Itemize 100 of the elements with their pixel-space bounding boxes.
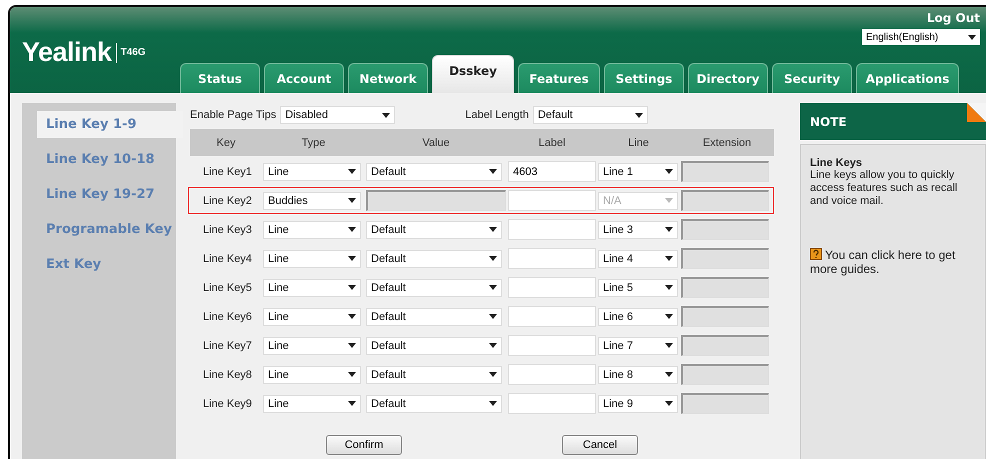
type-select[interactable]: Line [263, 162, 361, 180]
line-select[interactable]: Line 8 [598, 366, 678, 384]
extension-field[interactable] [681, 277, 769, 298]
action-button[interactable]: Confirm [326, 435, 402, 455]
extension-field[interactable] [681, 248, 769, 269]
caret-icon [348, 314, 356, 319]
type-select[interactable]: Line [263, 394, 361, 412]
key-label: Line Key8 [202, 368, 253, 380]
caret-icon [665, 285, 673, 290]
nav-tab[interactable]: Applications [856, 63, 959, 93]
language-select[interactable]: English(English) [862, 29, 980, 45]
type-select[interactable]: Line [263, 308, 361, 326]
type-select[interactable]: Buddies [263, 192, 361, 210]
caret-icon [968, 34, 976, 40]
extension-field[interactable] [681, 364, 769, 385]
caret-icon [489, 256, 497, 261]
label-field[interactable] [508, 277, 596, 298]
line-select[interactable]: Line 9 [598, 394, 678, 412]
caret-icon [665, 343, 673, 348]
caret-icon [665, 401, 673, 406]
value-select[interactable]: Default [366, 220, 502, 238]
caret-icon [634, 112, 643, 118]
label-field[interactable]: 4603 [508, 161, 596, 182]
value-field[interactable] [366, 190, 506, 211]
column-header: Extension [702, 136, 752, 148]
type-select[interactable]: Line [263, 278, 361, 296]
line-select[interactable]: Line 5 [598, 278, 678, 296]
caret-icon [489, 372, 497, 377]
nav-tab[interactable]: Dsskey [432, 55, 514, 93]
column-header: Value [421, 136, 451, 148]
line-select[interactable]: Line 6 [598, 308, 678, 326]
key-label: Line Key4 [202, 252, 253, 264]
option-label: Label Length [465, 109, 529, 121]
label-field[interactable] [508, 306, 596, 327]
value-select[interactable]: Default [366, 162, 502, 180]
line-select[interactable]: Line 1 [598, 162, 678, 180]
key-label: Line Key9 [202, 398, 253, 410]
line-select[interactable]: Line 7 [598, 336, 678, 354]
value-select[interactable]: Default [366, 308, 502, 326]
extension-field[interactable] [681, 190, 769, 211]
caret-icon [489, 314, 497, 319]
line-select[interactable]: Line 4 [598, 250, 678, 268]
logout-link[interactable]: Log Out [926, 11, 980, 25]
nav-tab[interactable]: Directory [688, 63, 768, 93]
label-field[interactable] [508, 393, 596, 414]
extension-field[interactable] [681, 335, 769, 356]
nav-tab[interactable]: Settings [604, 63, 684, 93]
value-select[interactable]: Default [366, 394, 502, 412]
note-heading: Line Keys [810, 157, 863, 169]
key-label: Line Key1 [202, 166, 253, 178]
label-field[interactable] [508, 335, 596, 356]
caret-icon [665, 198, 673, 203]
note-header: NOTE [800, 103, 986, 140]
line-select[interactable]: Line 3 [598, 220, 678, 238]
extension-field[interactable] [681, 219, 769, 240]
caret-icon [382, 112, 390, 118]
column-header: Label [538, 136, 566, 148]
caret-icon [489, 401, 497, 406]
caret-icon [348, 227, 356, 232]
nav-tab[interactable]: Network [348, 63, 428, 93]
value-select[interactable]: Default [366, 366, 502, 384]
extension-field[interactable] [681, 161, 769, 182]
logo: Yealink [22, 37, 112, 68]
guide-link[interactable]: You can click here to get more guides. [810, 248, 976, 276]
caret-icon [348, 343, 356, 348]
type-select[interactable]: Line [263, 250, 361, 268]
column-header: Key [216, 136, 236, 148]
type-select[interactable]: Line [263, 366, 361, 384]
key-label: Line Key5 [202, 282, 253, 294]
caret-icon [348, 285, 356, 290]
label-field[interactable] [508, 219, 596, 240]
extension-field[interactable] [681, 393, 769, 414]
column-header: Type [300, 136, 326, 148]
nav-tab[interactable]: Account [264, 63, 344, 93]
type-select[interactable]: Line [263, 336, 361, 354]
nav-tab[interactable]: Security [772, 63, 852, 93]
nav-tab[interactable]: Features [518, 63, 600, 93]
label-field[interactable] [508, 364, 596, 385]
option-select[interactable]: Default [532, 106, 648, 124]
key-label: Line Key7 [202, 340, 253, 352]
key-label: Line Key2 [202, 194, 253, 206]
note-text: Line keys allow you to quickly access features such as recall and voice mail. [810, 169, 958, 208]
caret-icon [348, 169, 356, 174]
caret-icon [348, 256, 356, 261]
type-select[interactable]: Line [263, 220, 361, 238]
value-select[interactable]: Default [366, 250, 502, 268]
option-select[interactable]: Disabled [280, 106, 396, 124]
extension-field[interactable] [681, 306, 769, 327]
help-icon [810, 248, 822, 260]
caret-icon [665, 314, 673, 319]
label-field[interactable] [508, 190, 596, 211]
caret-icon [665, 169, 673, 174]
action-button[interactable]: Cancel [562, 435, 638, 455]
column-header: Line [627, 136, 650, 148]
caret-icon [665, 372, 673, 377]
value-select[interactable]: Default [366, 278, 502, 296]
nav-tab[interactable]: Status [180, 63, 260, 93]
label-field[interactable] [508, 248, 596, 269]
value-select[interactable]: Default [366, 336, 502, 354]
caret-icon [489, 343, 497, 348]
